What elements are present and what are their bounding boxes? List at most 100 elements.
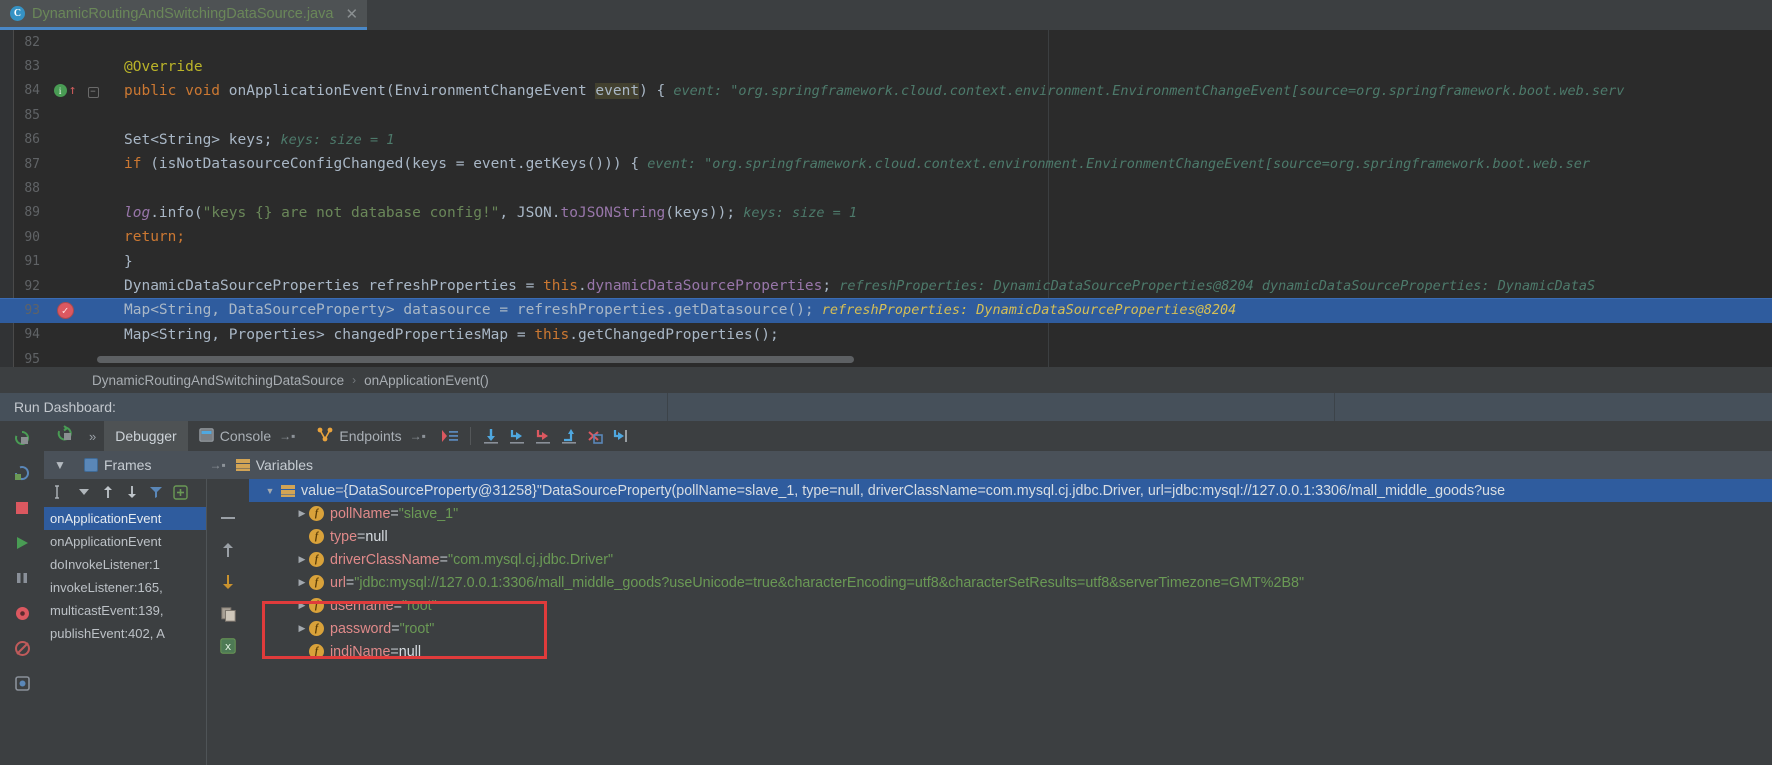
line-number[interactable]: 87: [0, 157, 46, 172]
code-line: 89 log.info("keys {} are not database con…: [0, 201, 1772, 225]
code-text: @Override: [124, 58, 203, 75]
variable-row[interactable]: f jndiName = null: [249, 640, 1772, 663]
editor-tab[interactable]: C DynamicRoutingAndSwitchingDataSource.j…: [0, 0, 368, 30]
collapse-icon[interactable]: ▼: [46, 458, 74, 472]
settings-icon[interactable]: [11, 672, 33, 694]
tab-endpoints[interactable]: Endpoints →▪: [306, 421, 437, 451]
chevron-down-icon[interactable]: ▼: [263, 486, 277, 496]
breakpoint-icon[interactable]: ✓: [46, 301, 84, 319]
code-text: return;: [124, 229, 186, 246]
run-to-cursor-icon[interactable]: [608, 424, 634, 448]
chevron-right-icon[interactable]: ▶: [295, 623, 309, 634]
variable-value: null: [398, 643, 422, 660]
line-number[interactable]: 82: [0, 35, 46, 50]
copy-icon[interactable]: [217, 603, 239, 625]
down-stack-icon[interactable]: [217, 571, 239, 593]
editor-horizontal-scrollbar[interactable]: [97, 356, 854, 363]
editor-tab-bar: C DynamicRoutingAndSwitchingDataSource.j…: [0, 0, 1772, 30]
frame-item[interactable]: doInvokeListener:1: [44, 553, 206, 576]
up-arrow-icon[interactable]: [98, 482, 118, 502]
frame-item[interactable]: multicastEvent:139,: [44, 599, 206, 622]
variables-tree[interactable]: ▼ value = {DataSourceProperty@31258} "Dat…: [249, 479, 1772, 663]
step-out-icon[interactable]: [556, 424, 582, 448]
line-number[interactable]: 84: [0, 83, 46, 98]
pin-icon[interactable]: →▪: [410, 429, 426, 443]
line-number[interactable]: 95: [0, 352, 46, 367]
view-breakpoints-icon[interactable]: [11, 602, 33, 624]
mute-breakpoints-icon[interactable]: [11, 637, 33, 659]
resume-program-icon[interactable]: [11, 532, 33, 554]
line-number[interactable]: 85: [0, 108, 46, 123]
chevron-right-icon[interactable]: ▶: [295, 577, 309, 588]
evaluate-expression-icon[interactable]: x: [217, 635, 239, 657]
frame-item[interactable]: onApplicationEvent: [44, 530, 206, 553]
variable-row[interactable]: f type = null: [249, 525, 1772, 548]
variables-icon: [281, 484, 295, 497]
line-number[interactable]: 88: [0, 181, 46, 196]
variable-name: driverClassName: [330, 551, 440, 568]
down-arrow-icon[interactable]: [122, 482, 142, 502]
equals-sign: =: [439, 551, 448, 568]
variable-row[interactable]: ▶ f pollName = "slave_1": [249, 502, 1772, 525]
frame-item[interactable]: publishEvent:402, A: [44, 622, 206, 645]
tab-console[interactable]: Console →▪: [188, 421, 307, 451]
variable-row[interactable]: ▶ f password = "root": [249, 617, 1772, 640]
line-number[interactable]: 94: [0, 327, 46, 342]
frame-item[interactable]: invokeListener:165,: [44, 576, 206, 599]
drop-frame-icon[interactable]: [582, 424, 608, 448]
rerun-icon[interactable]: [48, 425, 81, 447]
run-dashboard-header: Run Dashboard:: [0, 393, 1772, 421]
code-editor[interactable]: 82 83 @Override 84 i ↑ − public void onApplicat…: [0, 30, 1772, 367]
field-icon: f: [309, 598, 324, 613]
show-execution-point-icon[interactable]: [437, 424, 463, 448]
mute-icon[interactable]: [170, 482, 190, 502]
variable-row[interactable]: ▶ f driverClassName = "com.mysql.cj.jdbc.D…: [249, 548, 1772, 571]
thread-selector-icon[interactable]: [50, 482, 70, 502]
variable-row[interactable]: ▶ f username = "root": [249, 594, 1772, 617]
variables-panel[interactable]: ▼ value = {DataSourceProperty@31258} "Dat…: [249, 479, 1772, 765]
pause-icon[interactable]: [11, 567, 33, 589]
field-icon: f: [309, 552, 324, 567]
line-number[interactable]: 89: [0, 205, 46, 220]
variables-panel-header[interactable]: Variables: [226, 457, 323, 473]
stop-icon[interactable]: [11, 497, 33, 519]
step-over-icon[interactable]: [478, 424, 504, 448]
rerun-failed-tests-icon[interactable]: [11, 462, 33, 484]
method-marker-icon[interactable]: i ↑: [46, 84, 84, 98]
frames-list[interactable]: onApplicationEvent onApplicationEvent doIn…: [44, 505, 206, 765]
breadcrumb-class[interactable]: DynamicRoutingAndSwitchingDataSource: [92, 373, 344, 388]
up-stack-icon[interactable]: [217, 539, 239, 561]
force-step-into-icon[interactable]: [530, 424, 556, 448]
line-number[interactable]: 91: [0, 254, 46, 269]
line-number[interactable]: 90: [0, 230, 46, 245]
filter-icon[interactable]: [146, 482, 166, 502]
close-icon[interactable]: ✕: [345, 5, 358, 23]
frame-item[interactable]: onApplicationEvent: [44, 507, 206, 530]
frames-panel-header[interactable]: Frames: [74, 457, 161, 473]
breadcrumb-method[interactable]: onApplicationEvent(): [364, 373, 489, 388]
fold-marker[interactable]: −: [84, 84, 102, 98]
chevron-right-icon[interactable]: ▶: [295, 600, 309, 611]
variable-row[interactable]: ▶ f url = "jdbc:mysql://127.0.0.1:3306/mal…: [249, 571, 1772, 594]
debug-tool-rail: [0, 421, 44, 765]
line-number[interactable]: 83: [0, 59, 46, 74]
step-into-icon[interactable]: [504, 424, 530, 448]
line-number[interactable]: 93: [0, 303, 46, 318]
dropdown-arrow-icon[interactable]: [74, 482, 94, 502]
chevron-right-icon[interactable]: ▶: [295, 508, 309, 519]
variable-row[interactable]: ▼ value = {DataSourceProperty@31258} "Dat…: [249, 479, 1772, 502]
inline-debug-hint: refreshProperties: DynamicDataSourceProp…: [831, 278, 1596, 295]
rerun-icon[interactable]: [11, 427, 33, 449]
code-line: 92 DynamicDataSourceProperties refreshPro…: [0, 274, 1772, 298]
minus-icon[interactable]: [217, 507, 239, 529]
expand-tabs-icon[interactable]: »: [81, 429, 104, 444]
equals-sign: =: [345, 574, 355, 591]
line-number[interactable]: 92: [0, 279, 46, 294]
pin-icon[interactable]: →▪: [209, 458, 225, 472]
chevron-right-icon[interactable]: ▶: [295, 554, 309, 565]
tab-debugger[interactable]: Debugger: [104, 421, 188, 451]
pin-icon[interactable]: →▪: [279, 429, 295, 443]
variable-value: "DataSourceProperty(pollName=slave_1, ty…: [536, 482, 1506, 499]
line-number[interactable]: 86: [0, 132, 46, 147]
breadcrumb: DynamicRoutingAndSwitchingDataSource › o…: [0, 367, 1772, 393]
